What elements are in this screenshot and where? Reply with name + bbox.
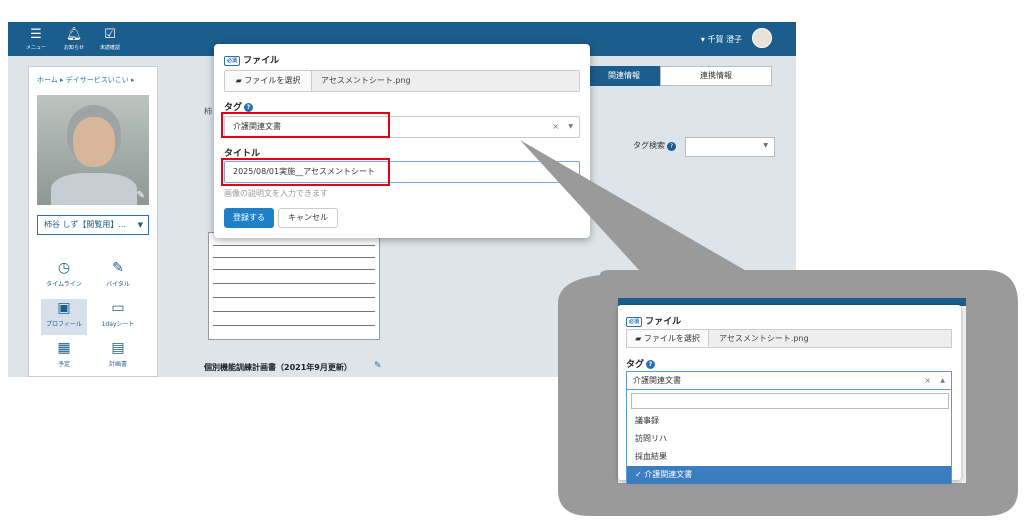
zoom-tag-label-text: タグ [626,360,645,370]
tag-dropdown: 議事録 訪問リハ 採血結果 ✓ 介護関連文書 [626,390,952,484]
zoom-file-name: アセスメントシート.png [719,334,809,343]
folder-icon: ▰ [635,334,642,343]
zoom-file-label-text: ファイル [645,317,682,327]
tag-option-label: 介護関連文書 [644,470,693,479]
required-badge: 必須 [626,316,643,327]
zoom-tag-label: タグ? [626,357,656,370]
zoomed-modal: 必須 ファイル ▰ ファイルを選択 アセスメントシート.png タグ? 介護関連… [618,305,961,484]
zoom-choose-file-button[interactable]: ▰ ファイルを選択 [627,330,709,347]
zoom-file-label: 必須 ファイル [626,314,681,327]
zoom-tag-select-value: 介護関連文書 [633,376,681,385]
tag-option[interactable]: 訪問リハ [627,430,951,448]
check-icon: ✓ [635,470,642,479]
tag-option-selected[interactable]: ✓ 介護関連文書 [627,466,951,484]
tag-option[interactable]: 採血結果 [627,448,951,466]
zoom-tag-select[interactable]: 介護関連文書 × ▲ [626,371,952,390]
zoom-file-input[interactable]: ▰ ファイルを選択 アセスメントシート.png [626,329,952,348]
tag-option[interactable]: 議事録 [627,412,951,430]
callout-pointer [520,140,755,282]
tag-dropdown-search[interactable] [631,393,949,409]
caret-up-icon: ▲ [940,377,945,384]
clear-icon[interactable]: × [924,372,931,389]
zoom-choose-file-label: ファイルを選択 [643,334,700,343]
help-icon[interactable]: ? [646,360,656,369]
